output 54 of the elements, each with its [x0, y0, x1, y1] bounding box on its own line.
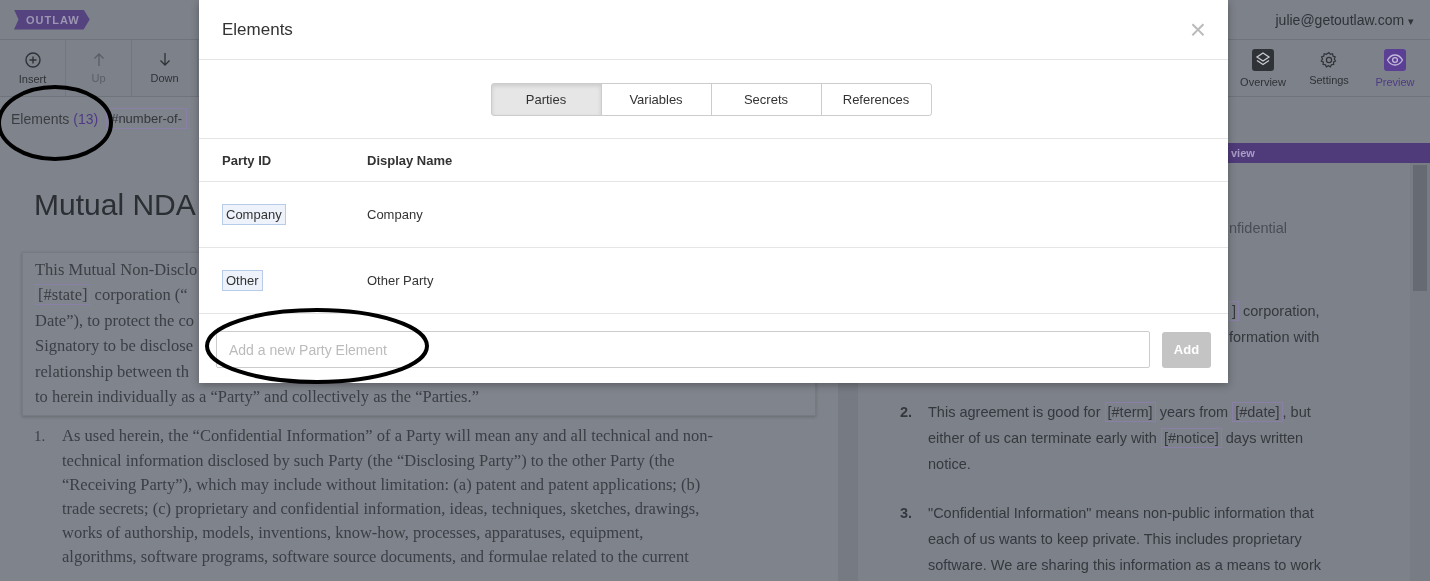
input-field[interactable]: Add a new Party Element — [216, 331, 1150, 368]
tab[interactable]: Parties — [490, 82, 602, 116]
tab[interactable]: References — [820, 82, 932, 116]
element-tag[interactable]: #number-of- — [106, 108, 187, 129]
paragraph-line: Date”), to protect the co — [35, 309, 194, 332]
paragraph-line: trade secrets; (c) proprietary and confidential information, ideas, techniques, sketches, drawings, — [62, 498, 700, 521]
paragraph-line: This agreement is good for [#term] years from [#date] , but — [928, 401, 1311, 424]
paragraph-line: software. We are sharing this information as a means to work — [928, 556, 1321, 575]
paragraph-line: "Confidential Information" means non-public information that — [928, 504, 1314, 523]
paragraph-line: “Receiving Party”), which may include without limitation: (a) patent and patent applications; (b) — [62, 473, 701, 496]
close-button[interactable]: × — [1189, 15, 1206, 44]
tab[interactable]: Variables — [600, 82, 712, 116]
toolbar-button[interactable]: Overview — [1230, 40, 1296, 96]
arrow-down-icon — [158, 52, 171, 67]
paragraph-line: Signatory to be disclose — [35, 335, 194, 358]
column-header: Party ID — [222, 152, 273, 168]
toolbar-button[interactable]: Down — [132, 40, 198, 96]
paragraph-line: works of authorship, models, inventions, know-how, processes, apparatuses, equipment, — [62, 522, 644, 545]
layers-icon — [1252, 48, 1274, 71]
user-menu[interactable]: julie@getoutlaw.com ▾ — [1275, 11, 1414, 28]
arrow-up-icon — [92, 52, 105, 67]
elements-link[interactable]: Elements (13) — [11, 110, 99, 127]
paragraph-line: either of us can terminate early with [#notice] days written — [928, 427, 1304, 450]
outlaw-logo[interactable]: OUTLAW — [14, 9, 90, 30]
settings-icon — [1320, 50, 1338, 69]
paragraph-line: [#state] corporation (“ — [35, 282, 188, 308]
paragraph-line: As used herein, the “Confidential Information” of a Party will mean any and all technical and non- — [62, 425, 714, 448]
scrollbar[interactable] — [1410, 163, 1430, 581]
list-number: 2. — [900, 403, 914, 422]
eye-icon — [1384, 48, 1406, 71]
banner-text: view — [1231, 147, 1255, 159]
party-id-tag: Company — [222, 204, 286, 225]
table-cell: Company — [367, 207, 423, 222]
paragraph-line: each of us wants to keep private. This includes proprietary — [928, 530, 1302, 549]
party-id-tag: Other — [222, 270, 263, 291]
toolbar-button[interactable]: Preview — [1362, 40, 1428, 96]
tab[interactable]: Secrets — [710, 82, 822, 116]
paragraph-line: to herein individually as a “Party” and collectively as the “Parties.” — [35, 386, 479, 409]
toolbar-button[interactable]: Insert — [0, 40, 66, 96]
list-number: 3. — [900, 504, 914, 523]
paragraph-line: notice. — [928, 455, 971, 474]
paragraph-line: ] corporation, — [1229, 298, 1320, 324]
paragraph-line: algorithms, software programs, software source documents, and formulae related to the current — [62, 546, 689, 569]
dialog-title: Elements — [222, 19, 293, 40]
paragraph-line: relationship between th — [35, 360, 189, 383]
paragraph-line: formation with — [1229, 328, 1320, 347]
paragraph-line: technical information disclosed by such Party (the “Disclosing Party”) to the other Party (the — [62, 449, 675, 472]
toolbar-button[interactable]: Settings — [1296, 40, 1362, 96]
paragraph-line: This Mutual Non-Disclo — [35, 259, 198, 281]
plus-icon — [24, 51, 41, 68]
column-header: Display Name — [367, 152, 453, 168]
table-cell: Other Party — [367, 273, 434, 288]
document-title: Mutual NDA — [34, 187, 196, 223]
list-number: 1. — [34, 427, 47, 447]
